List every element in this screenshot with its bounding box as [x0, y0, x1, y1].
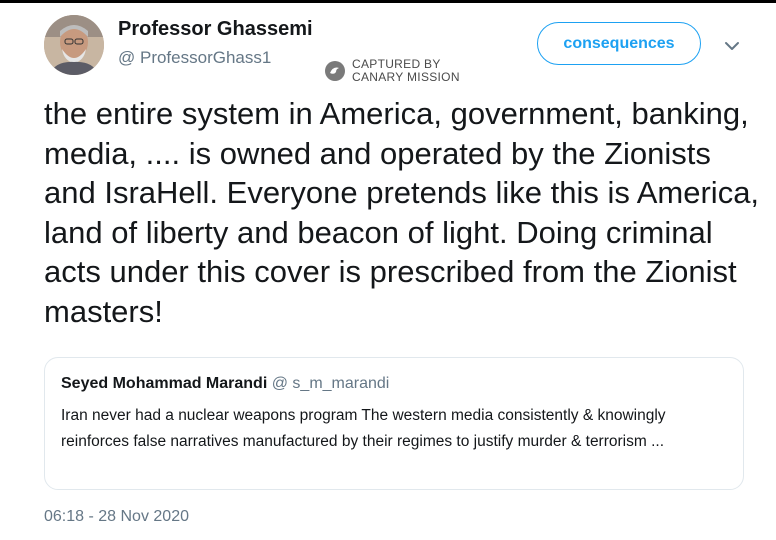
- quoted-author-handle: @ s_m_marandi: [271, 375, 390, 392]
- quoted-author-name: Seyed Mohammad Marandi: [61, 375, 268, 392]
- quoted-tweet-text: Iran never had a nuclear weapons program…: [61, 407, 666, 450]
- quoted-tweet-card[interactable]: Seyed Mohammad Marandi @ s_m_marandi Ira…: [44, 357, 744, 490]
- canary-logo-icon: [325, 61, 345, 81]
- quoted-tweet-header: Seyed Mohammad Marandi @ s_m_marandi: [61, 375, 389, 393]
- watermark: CAPTURED BY CANARY MISSION: [324, 58, 460, 84]
- watermark-line-2: CANARY MISSION: [352, 70, 460, 84]
- chevron-down-icon[interactable]: [722, 36, 742, 56]
- top-border: [0, 0, 776, 3]
- tweet-text: the entire system in America, government…: [44, 96, 760, 329]
- tweet-timestamp[interactable]: 06:18 - 28 Nov 2020: [44, 508, 189, 526]
- author-handle[interactable]: @ ProfessorGhass1: [118, 48, 271, 68]
- author-display-name[interactable]: Professor Ghassemi: [118, 18, 313, 41]
- consequences-button[interactable]: consequences: [537, 22, 701, 65]
- person-avatar-icon: [44, 15, 104, 75]
- avatar[interactable]: [44, 15, 104, 75]
